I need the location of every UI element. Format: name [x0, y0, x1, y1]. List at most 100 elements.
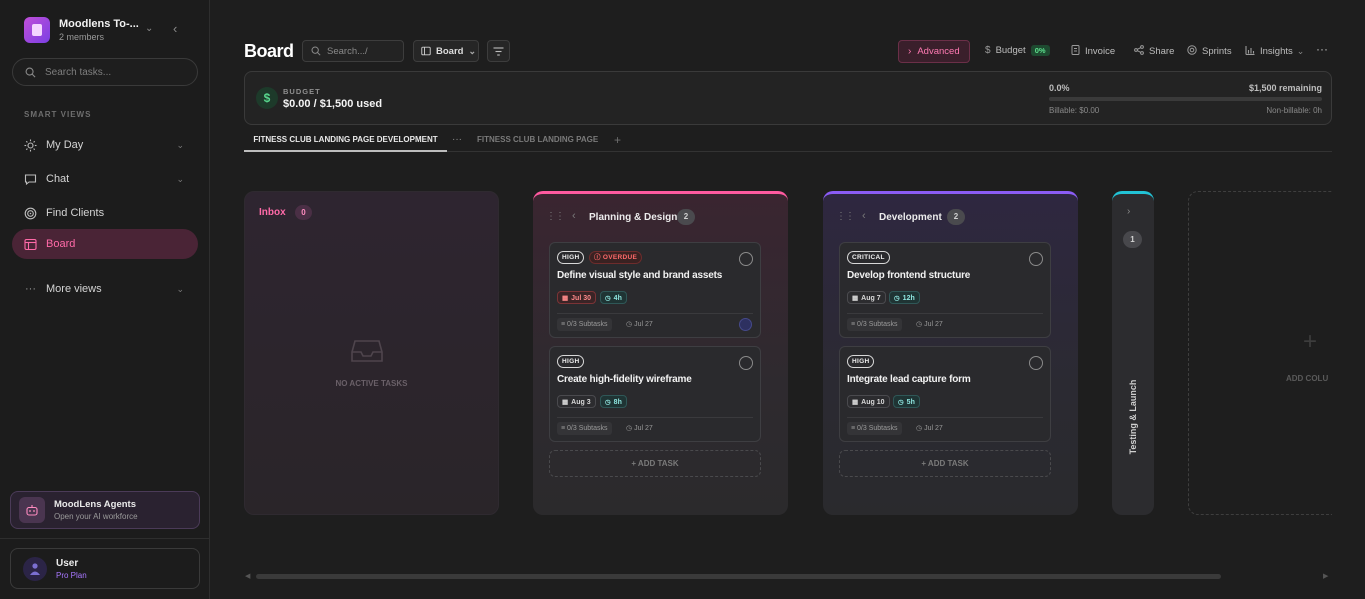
column-count-badge: 2 — [947, 209, 965, 225]
view-select-label: Board — [436, 45, 464, 57]
sidebar: Moodlens To-... 2 members ⌄ ‹ Search tas… — [0, 0, 210, 599]
subtasks-count[interactable]: ≡ 0/3 Subtasks — [557, 422, 612, 435]
created-date: ◷ Jul 27 — [626, 321, 653, 328]
complete-task-checkbox[interactable] — [739, 252, 753, 266]
due-date-chip[interactable]: ▦ Jul 30 — [557, 291, 597, 304]
column-title: Planning & Design — [589, 212, 678, 223]
complete-task-checkbox[interactable] — [739, 356, 753, 370]
view-select[interactable]: Board ⌄ — [413, 40, 479, 62]
smart-views-label: SMART VIEWS — [24, 110, 92, 119]
sun-icon — [24, 139, 37, 152]
complete-task-checkbox[interactable] — [1029, 356, 1043, 370]
share-button[interactable]: Share — [1134, 45, 1174, 58]
due-date-chip[interactable]: ▦ Aug 3 — [557, 395, 596, 408]
column-development: ⋮⋮ ‹ Development 2 CRITICAL Develop fron… — [823, 191, 1078, 515]
task-title: Define visual style and brand assets — [557, 270, 723, 281]
task-card[interactable]: HIGH Create high-fidelity wireframe ▦ Aug… — [549, 346, 761, 442]
subtasks-count[interactable]: ≡ 0/3 Subtasks — [847, 422, 902, 435]
sidebar-item-label: Chat — [46, 173, 70, 185]
sidebar-item-chat[interactable]: Chat ⌄ — [12, 164, 198, 194]
search-icon — [311, 46, 321, 56]
time-estimate-chip[interactable]: ◷ 5h — [893, 395, 920, 408]
subtasks-count[interactable]: ≡ 0/3 Subtasks — [557, 318, 612, 331]
chevron-down-icon: ⌄ — [1296, 46, 1305, 56]
created-date: ◷ Jul 27 — [916, 321, 943, 328]
workspace-switcher[interactable]: Moodlens To-... 2 members ⌄ — [24, 16, 194, 44]
add-column-button[interactable]: + ADD COLU — [1188, 191, 1332, 515]
filter-button[interactable] — [487, 40, 510, 62]
empty-state-text: NO ACTIVE TASKS — [335, 379, 408, 388]
tab-fitness-club-landing-page-development[interactable]: FITNESS CLUB LANDING PAGE DEVELOPMENT — [244, 131, 447, 152]
sidebar-item-board[interactable]: Board — [12, 229, 198, 259]
sprints-button[interactable]: Sprints — [1187, 45, 1232, 58]
search-icon — [25, 67, 36, 77]
budget-title: BUDGET — [283, 87, 321, 96]
column-count-badge: 2 — [677, 209, 695, 225]
assignee-avatar[interactable] — [739, 318, 752, 331]
column-count-badge: 0 — [295, 205, 312, 220]
column-title: Inbox — [259, 207, 286, 218]
agents-subtitle: Open your AI workforce — [54, 512, 138, 521]
chevron-right-icon[interactable]: › — [1127, 206, 1130, 217]
chevron-down-icon: ⌄ — [145, 23, 154, 34]
sidebar-item-more-views[interactable]: ··· More views ⌄ — [12, 274, 198, 304]
add-task-button[interactable]: + ADD TASK — [839, 450, 1051, 477]
tab-fitness-club-landing-page[interactable]: FITNESS CLUB LANDING PAGE — [477, 135, 598, 144]
complete-task-checkbox[interactable] — [1029, 252, 1043, 266]
horizontal-scrollbar[interactable] — [256, 574, 1221, 579]
inbox-tray-icon — [351, 338, 383, 369]
chevron-left-icon[interactable]: ‹ — [572, 210, 576, 222]
calendar-icon: ▦ — [562, 399, 569, 406]
column-testing-launch[interactable]: › 1 Testing & Launch — [1112, 191, 1154, 515]
more-options-icon[interactable]: ··· — [1316, 42, 1328, 56]
time-estimate-chip[interactable]: ◷ 12h — [889, 291, 920, 304]
card-divider — [847, 313, 1043, 314]
more-dots-icon: ··· — [25, 283, 36, 295]
invoice-button[interactable]: Invoice — [1071, 45, 1115, 58]
drag-handle-icon[interactable]: ⋮⋮ — [836, 211, 855, 222]
task-card[interactable]: HIGH Integrate lead capture form ▦ Aug 10… — [839, 346, 1051, 442]
scroll-left-icon[interactable]: ◀ — [245, 572, 250, 580]
agents-panel-button[interactable]: MoodLens Agents Open your AI workforce — [10, 491, 200, 529]
sidebar-item-label: Find Clients — [46, 207, 105, 219]
column-title: Development — [879, 212, 942, 223]
scroll-right-icon[interactable]: ▶ — [1323, 572, 1328, 580]
chevron-left-icon[interactable]: ‹ — [862, 210, 866, 222]
tab-more-icon[interactable]: ··· — [452, 134, 462, 145]
sidebar-item-label: Board — [46, 238, 76, 250]
drag-handle-icon[interactable]: ⋮⋮ — [546, 211, 565, 222]
budget-button[interactable]: $ Budget 0% — [985, 45, 1050, 56]
task-card[interactable]: CRITICAL Develop frontend structure ▦ Aug… — [839, 242, 1051, 338]
chat-icon — [24, 173, 37, 186]
due-date-chip[interactable]: ▦ Aug 7 — [847, 291, 886, 304]
budget-used: $0.00 / $1,500 used — [283, 98, 383, 110]
sprints-label: Sprints — [1202, 46, 1232, 57]
board-search-input[interactable]: Search.../ — [302, 40, 404, 62]
task-title: Integrate lead capture form — [847, 374, 971, 385]
advanced-label: Advanced — [917, 46, 960, 57]
created-date: ◷ Jul 27 — [626, 425, 653, 432]
alert-icon: ⓘ — [594, 254, 603, 261]
share-label: Share — [1149, 46, 1175, 57]
user-profile-button[interactable]: User Pro Plan — [10, 548, 200, 589]
due-date-chip[interactable]: ▦ Aug 10 — [847, 395, 890, 408]
time-estimate-chip[interactable]: ◷ 4h — [600, 291, 627, 304]
sidebar-item-my-day[interactable]: My Day ⌄ — [12, 130, 198, 160]
collapse-sidebar-icon[interactable]: ‹ — [173, 22, 177, 36]
task-card[interactable]: HIGH ⓘ OVERDUE Define visual style and b… — [549, 242, 761, 338]
invoice-icon — [1071, 45, 1080, 58]
insights-button[interactable]: Insights ⌄ — [1245, 45, 1304, 58]
sidebar-item-find-clients[interactable]: Find Clients — [12, 198, 198, 228]
add-task-button[interactable]: + ADD TASK — [549, 450, 761, 477]
time-estimate-chip[interactable]: ◷ 8h — [600, 395, 627, 408]
sidebar-search-input[interactable]: Search tasks... — [12, 58, 198, 86]
filter-icon — [493, 46, 504, 56]
advanced-button[interactable]: › Advanced — [898, 40, 970, 63]
add-tab-icon[interactable]: + — [614, 133, 621, 147]
workspace-name: Moodlens To-... — [59, 18, 139, 30]
chevron-down-icon: ⌄ — [468, 45, 476, 56]
subtasks-count[interactable]: ≡ 0/3 Subtasks — [847, 318, 902, 331]
board-icon — [24, 238, 37, 251]
plus-icon: + — [631, 459, 638, 468]
dollar-icon: $ — [985, 45, 991, 56]
